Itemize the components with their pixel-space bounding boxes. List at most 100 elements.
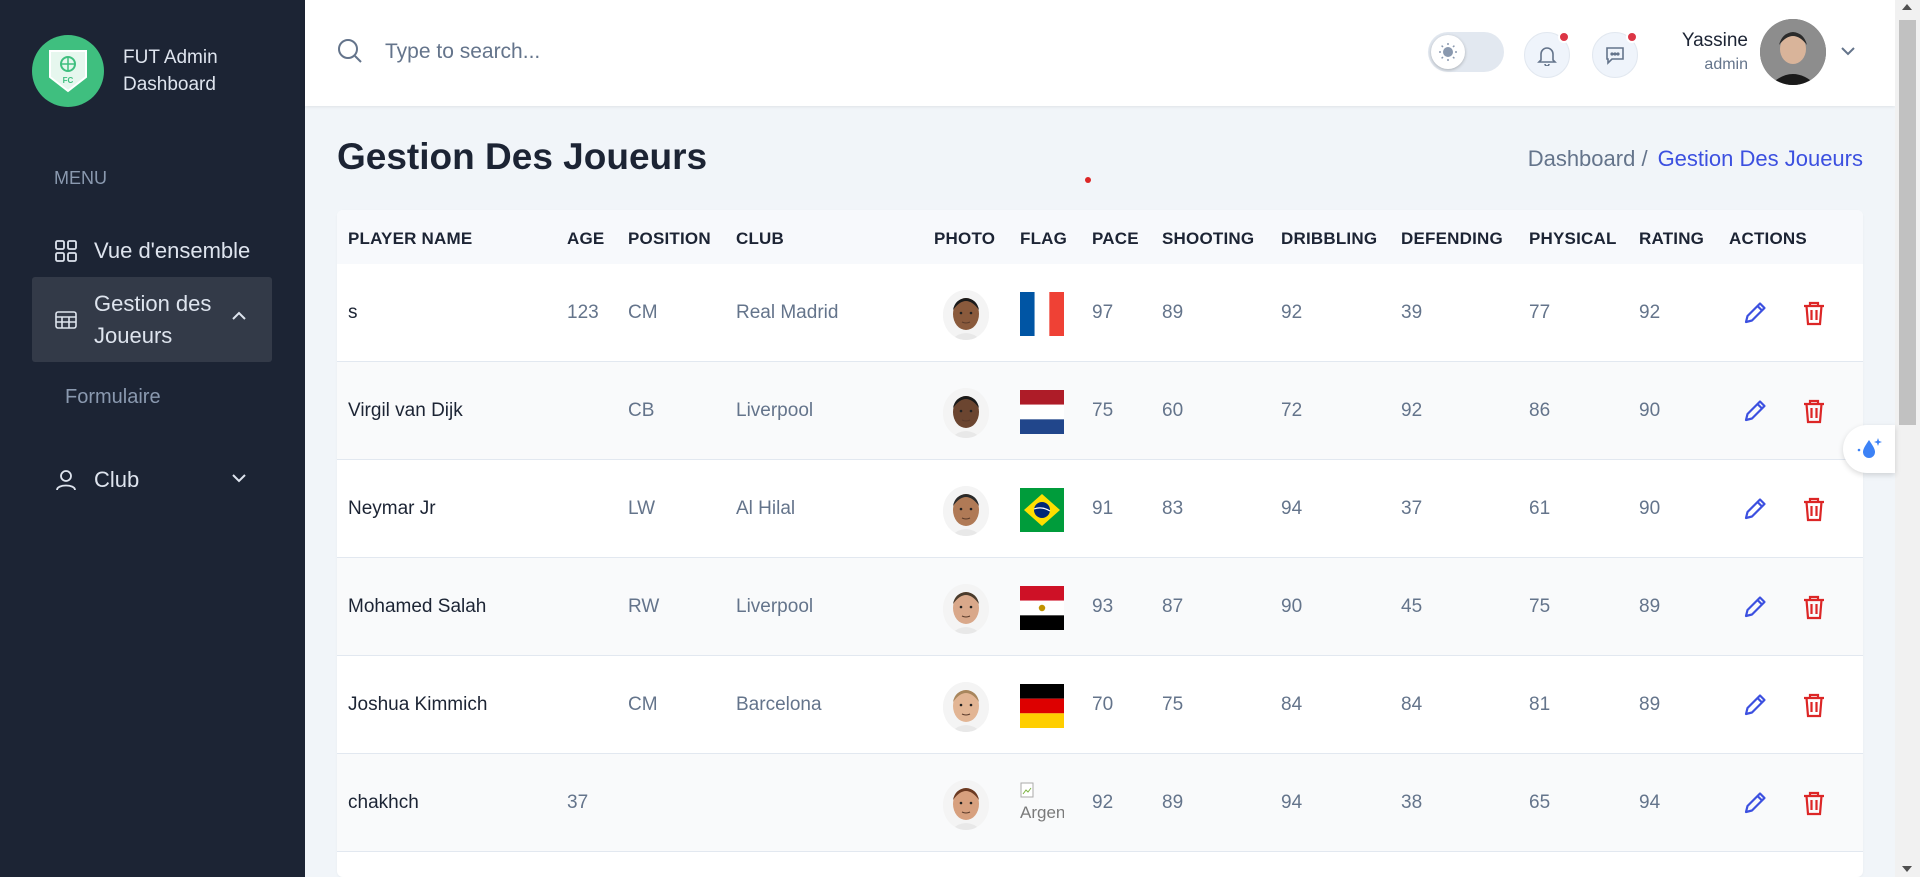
delete-button[interactable] xyxy=(1799,788,1829,818)
pencil-icon xyxy=(1744,400,1766,422)
theme-customizer-button[interactable] xyxy=(1843,425,1895,473)
sidebar-subitem-formulaire[interactable]: Formulaire xyxy=(65,386,161,409)
drop-sparkle-icon xyxy=(1857,438,1882,458)
sidebar-item-players[interactable]: Gestion des Joueurs xyxy=(32,277,272,362)
edit-button[interactable] xyxy=(1740,494,1770,524)
pencil-icon xyxy=(1744,792,1766,814)
player-dribbling: 92 xyxy=(1281,302,1303,323)
avatar[interactable] xyxy=(1760,19,1826,85)
trash-icon xyxy=(1804,301,1824,326)
column-header: AGE xyxy=(567,229,605,248)
delete-button[interactable] xyxy=(1799,396,1829,426)
sidebar-item-label: Club xyxy=(94,467,140,492)
column-header: FLAG xyxy=(1020,229,1068,248)
fc-logo-icon: FC xyxy=(32,35,104,107)
page-scrollbar[interactable] xyxy=(1895,0,1920,877)
player-physical: 75 xyxy=(1529,596,1551,617)
netherlands-flag-icon xyxy=(1020,390,1064,434)
trash-icon xyxy=(1804,497,1824,522)
player-defending: 37 xyxy=(1401,498,1423,519)
player-shooting: 60 xyxy=(1162,400,1184,421)
france-flag-icon xyxy=(1020,292,1064,336)
dark-mode-toggle[interactable] xyxy=(1428,32,1504,72)
player-dribbling: 94 xyxy=(1281,498,1303,519)
player-shooting: 75 xyxy=(1162,694,1184,715)
breadcrumb: Dashboard / Gestion Des Joueurs xyxy=(1528,146,1863,172)
player-defending: 45 xyxy=(1401,596,1423,617)
player-dribbling: 72 xyxy=(1281,400,1303,421)
pencil-icon xyxy=(1744,302,1766,324)
search-input[interactable] xyxy=(385,32,885,72)
brazil-flag-icon xyxy=(1020,488,1064,532)
breadcrumb-current: Gestion Des Joueurs xyxy=(1657,146,1863,171)
sidebar-item-overview[interactable]: Vue d'ensemble xyxy=(32,226,272,276)
search-icon[interactable] xyxy=(337,38,363,69)
player-club: Liverpool xyxy=(736,596,814,617)
trash-icon xyxy=(1804,791,1824,816)
player-dribbling: 90 xyxy=(1281,596,1303,617)
edit-button[interactable] xyxy=(1740,592,1770,622)
broken-flag-image: Argen xyxy=(1020,782,1064,826)
table-row: Neymar Jr LW Al Hilal 91 83 94 37 61 90 xyxy=(337,460,1863,558)
grid-icon xyxy=(52,237,80,265)
player-pace: 93 xyxy=(1092,596,1114,617)
germany-flag-icon xyxy=(1020,684,1064,728)
delete-button[interactable] xyxy=(1799,690,1829,720)
table-row: Virgil van Dijk CB Liverpool 75 60 72 92 86 90 xyxy=(337,362,1863,460)
edit-button[interactable] xyxy=(1740,298,1770,328)
brand-line2: Dashboard xyxy=(123,74,216,95)
sidebar-item-label: Gestion des Joueurs xyxy=(94,290,212,348)
bell-icon xyxy=(1537,47,1557,66)
edit-button[interactable] xyxy=(1740,396,1770,426)
player-photo xyxy=(943,682,989,732)
player-defending: 84 xyxy=(1401,694,1423,715)
breadcrumb-dashboard-link[interactable]: Dashboard / xyxy=(1528,146,1648,172)
chevron-down-icon[interactable] xyxy=(1839,42,1857,65)
pencil-icon xyxy=(1744,694,1766,716)
player-defending: 38 xyxy=(1401,792,1423,813)
player-physical: 61 xyxy=(1529,498,1551,519)
notifications-button[interactable] xyxy=(1524,31,1570,78)
column-header: PHOTO xyxy=(934,229,996,248)
delete-button[interactable] xyxy=(1799,298,1829,328)
scroll-thumb[interactable] xyxy=(1899,20,1916,425)
sidebar-item-club[interactable]: Club xyxy=(32,455,272,505)
player-photo xyxy=(943,486,989,536)
delete-button[interactable] xyxy=(1799,494,1829,524)
delete-button[interactable] xyxy=(1799,592,1829,622)
table-row: Mohamed Salah RW Liverpool 93 87 90 45 75 89 xyxy=(337,558,1863,656)
player-physical: 86 xyxy=(1529,400,1551,421)
player-rating: 89 xyxy=(1639,596,1661,617)
chevron-up-icon xyxy=(230,305,248,331)
brand[interactable]: FC FUT Admin Dashboard xyxy=(32,35,218,107)
pencil-icon xyxy=(1744,498,1766,520)
chat-icon xyxy=(1606,47,1624,65)
player-rating: 89 xyxy=(1639,694,1661,715)
player-name: chakhch xyxy=(348,792,419,813)
player-photo xyxy=(943,388,989,438)
sidebar-item-label: Vue d'ensemble xyxy=(94,238,251,263)
player-pace: 70 xyxy=(1092,694,1114,715)
player-name: Neymar Jr xyxy=(348,498,436,519)
player-club: Real Madrid xyxy=(736,302,839,323)
scroll-up-arrow[interactable] xyxy=(1902,4,1912,10)
player-pace: 97 xyxy=(1092,302,1114,323)
player-pace: 75 xyxy=(1092,400,1114,421)
player-position: CB xyxy=(628,400,655,421)
brand-title: FUT Admin Dashboard xyxy=(123,44,218,98)
edit-button[interactable] xyxy=(1740,788,1770,818)
scroll-down-arrow[interactable] xyxy=(1902,866,1912,872)
player-name: Joshua Kimmich xyxy=(348,694,488,715)
pencil-icon xyxy=(1744,596,1766,618)
player-club: Barcelona xyxy=(736,694,822,715)
user-name[interactable]: Yassine xyxy=(1645,30,1748,52)
player-age: 123 xyxy=(567,302,599,323)
player-photo xyxy=(943,584,989,634)
player-shooting: 87 xyxy=(1162,596,1184,617)
column-header: POSITION xyxy=(628,229,711,248)
edit-button[interactable] xyxy=(1740,690,1770,720)
messages-button[interactable] xyxy=(1592,31,1638,78)
column-header: PHYSICAL xyxy=(1529,229,1617,248)
column-header: CLUB xyxy=(736,229,785,248)
player-name: Mohamed Salah xyxy=(348,596,487,617)
